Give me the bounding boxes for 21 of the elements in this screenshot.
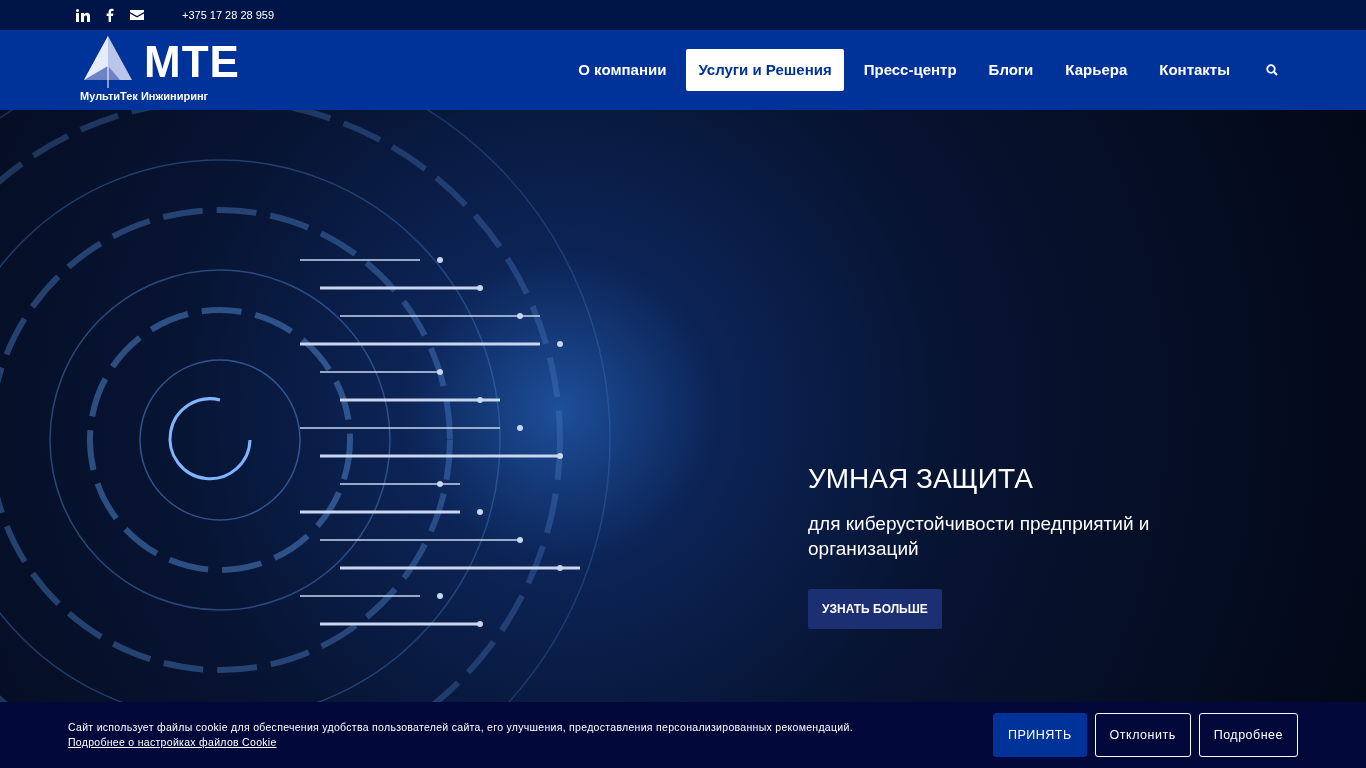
nav-link-item[interactable]: Карьера <box>1053 48 1140 92</box>
nav-link-item[interactable]: Контакты <box>1147 48 1242 92</box>
nav-link-item[interactable]: Услуги и Решения <box>686 48 844 92</box>
hero-subtitle: для киберустойчивости предприятий и организаций <box>808 512 1151 561</box>
cookie-button[interactable]: Отклонить <box>1094 712 1191 758</box>
facebook-icon[interactable] <box>106 8 114 22</box>
linkedin-icon[interactable] <box>76 8 90 22</box>
hero-title: УМНАЯ ЗАЩИТА <box>808 462 1034 496</box>
nav-link-item[interactable]: Блоги <box>976 48 1046 92</box>
search-icon[interactable] <box>1266 64 1278 76</box>
mail-icon[interactable] <box>130 10 144 20</box>
nav-link-item[interactable]: О компании <box>566 48 679 92</box>
cookie-button[interactable]: Подробнее <box>1198 712 1298 758</box>
cookie-settings-link[interactable]: Подробнее о настройках файлов Cookie <box>68 735 853 750</box>
nav-link-item[interactable]: Пресс-центр <box>851 48 969 92</box>
learn-more-button[interactable]: УЗНАТЬ БОЛЬШЕ <box>808 589 942 630</box>
cookie-button[interactable]: ПРИНЯТЬ <box>992 712 1087 758</box>
logo-wordmark: MTE <box>144 39 240 84</box>
phone-number[interactable]: +375 17 28 28 959 <box>182 6 275 24</box>
logo-subtitle: МультиТек Инжиниринг <box>80 88 210 104</box>
cookie-notice-text: Сайт использует файлы cookie для обеспечения удобства пользователей сайта, его улучшения, предоставления персонализированных рекомендаций. <box>68 720 853 735</box>
